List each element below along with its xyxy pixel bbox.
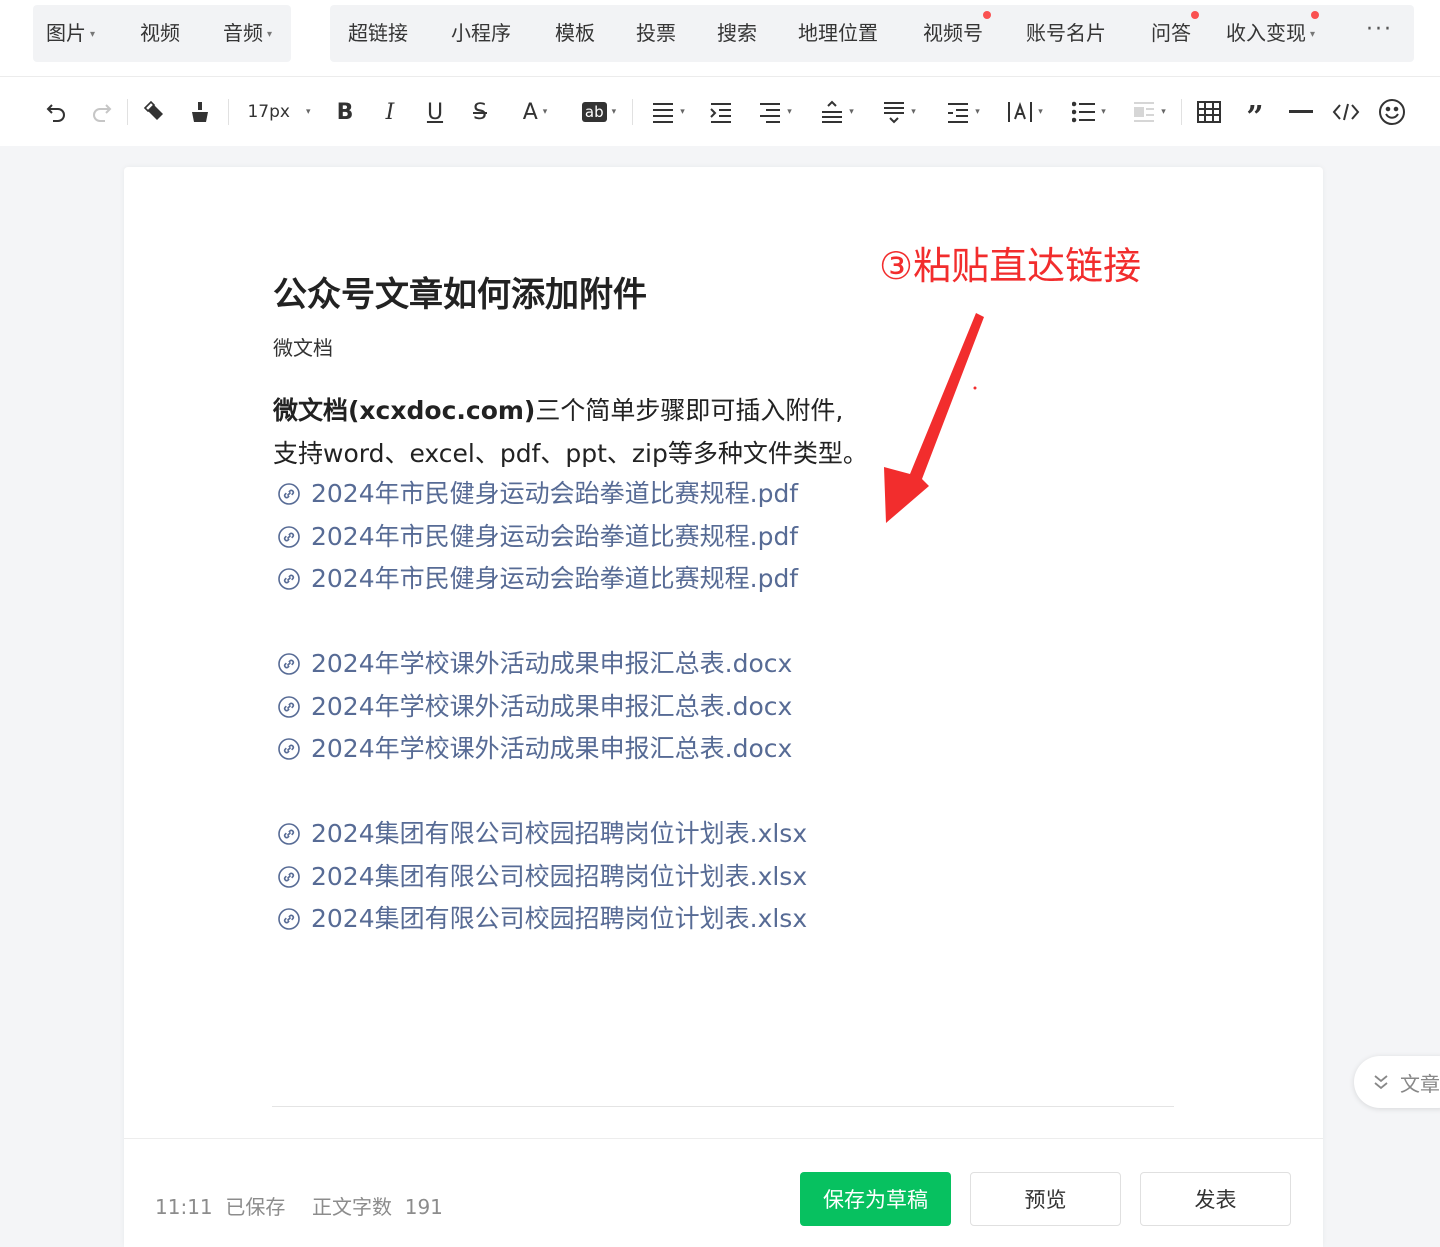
caret-down-icon: ▾ — [305, 107, 311, 117]
font-color-icon[interactable]: A ▾ — [512, 93, 558, 131]
float-icon[interactable]: ▾ — [1126, 93, 1172, 131]
code-icon[interactable] — [1330, 93, 1362, 131]
letter-spacing-icon[interactable]: ▾ — [1002, 93, 1048, 131]
undo-icon[interactable] — [40, 93, 72, 131]
paragraph-spacing-icon[interactable]: ▾ — [876, 93, 922, 131]
toolbar-separator — [228, 99, 229, 125]
divider-icon[interactable] — [1286, 93, 1316, 131]
caret-down-icon: ▾ — [975, 107, 980, 117]
menu-item-qa[interactable]: 问答 — [1151, 5, 1199, 62]
underline-icon[interactable]: U — [420, 93, 450, 131]
caret-down-icon: ▾ — [1101, 107, 1106, 117]
notification-dot — [1191, 11, 1199, 19]
double-chevron-down-icon — [1374, 1075, 1388, 1090]
attachment-link-text: 2024年学校课外活动成果申报汇总表.docx — [311, 649, 793, 678]
menu-item-account-card[interactable]: 账号名片 — [1026, 5, 1106, 62]
table-icon[interactable] — [1194, 93, 1224, 131]
link-icon — [278, 695, 300, 718]
publish-button[interactable]: 发表 — [1140, 1172, 1291, 1226]
attachment-link[interactable]: 2024年学校课外活动成果申报汇总表.docx — [278, 686, 807, 729]
notification-dot — [1311, 11, 1320, 19]
menu-item-video[interactable]: 视频 — [140, 5, 180, 62]
link-icon — [278, 738, 300, 761]
toolbar-separator — [632, 99, 633, 125]
caret-down-icon: ▾ — [611, 107, 617, 117]
attachment-link[interactable]: 2024集团有限公司校园招聘岗位计划表.xlsx — [278, 856, 807, 899]
clear-format-icon[interactable] — [184, 93, 216, 131]
article-outline-tab[interactable]: 文章 — [1354, 1056, 1440, 1108]
toolbar-separator — [127, 99, 128, 125]
link-icon — [278, 823, 300, 846]
attachment-link[interactable]: 2024年学校课外活动成果申报汇总表.docx — [278, 643, 807, 686]
menu-item-vote[interactable]: 投票 — [636, 5, 676, 62]
attachment-link-text: 2024年学校课外活动成果申报汇总表.docx — [311, 734, 793, 763]
two-end-indent-icon[interactable]: ▾ — [940, 93, 986, 131]
menu-item-search[interactable]: 搜索 — [717, 5, 757, 62]
content-divider — [272, 1106, 1174, 1107]
caret-down-icon: ▾ — [849, 107, 854, 117]
quote-icon[interactable]: ” — [1240, 93, 1270, 135]
link-icon — [278, 908, 300, 931]
word-count: 正文字数 191 — [312, 1195, 443, 1219]
emoji-icon[interactable] — [1376, 93, 1408, 131]
insert-menu-bar: 图片 ▾ 视频 音频 ▾ 超链接 小程序 模板 投票 搜索 地理位置 视频号 账号名… — [0, 0, 1440, 76]
align-icon[interactable]: ▾ — [645, 93, 691, 131]
preview-button[interactable]: 预览 — [970, 1172, 1121, 1226]
caret-down-icon: ▾ — [680, 107, 685, 117]
menu-item-channels[interactable]: 视频号 — [923, 5, 991, 62]
caret-down-icon: ▾ — [267, 29, 273, 40]
toolbar-separator — [1181, 99, 1182, 125]
caret-down-icon: ▾ — [1038, 107, 1043, 117]
editor-footer: 11:11 已保存 正文字数 191 保存为草稿 预览 发表 — [124, 1138, 1323, 1247]
caret-down-icon: ▾ — [911, 107, 916, 117]
menu-item-image[interactable]: 图片 ▾ — [46, 5, 95, 62]
caret-down-icon: ▾ — [1310, 29, 1316, 40]
link-icon — [278, 653, 300, 676]
italic-icon[interactable]: I — [375, 93, 405, 131]
insert-menu-group-more: 超链接 小程序 模板 投票 搜索 地理位置 视频号 账号名片 问答 收入变现 ▾ … — [330, 5, 1414, 62]
annotation-arrow — [884, 313, 984, 523]
menu-item-location[interactable]: 地理位置 — [798, 5, 878, 62]
redo-icon[interactable] — [86, 93, 118, 131]
attachment-link-text: 2024集团有限公司校园招聘岗位计划表.xlsx — [311, 904, 808, 933]
bold-icon[interactable]: B — [330, 93, 360, 131]
list-icon[interactable]: ▾ — [1066, 93, 1112, 131]
attachment-link-text: 2024集团有限公司校园招聘岗位计划表.xlsx — [311, 861, 808, 891]
caret-down-icon: ▾ — [1161, 107, 1166, 117]
attachment-link-text: 2024年学校课外活动成果申报汇总表.docx — [311, 691, 793, 721]
link-icon — [278, 865, 300, 888]
format-toolbar: 17px ▾ B I U S A ▾ ab ▾ ▾ ▾ ▾ ▾ ▾ ▾ ▾ ▾ ” — [0, 76, 1440, 146]
caret-down-icon: ▾ — [787, 107, 792, 117]
attachment-link[interactable]: 2024集团有限公司校园招聘岗位计划表.xlsx — [278, 813, 807, 856]
insert-menu-group-media: 图片 ▾ 视频 音频 ▾ — [33, 5, 291, 62]
editor-paper: 公众号文章如何添加附件 微文档 微文档(xcxdoc.com)三个简单步骤即可插… — [124, 167, 1323, 1247]
highlight-icon[interactable]: ab ▾ — [574, 93, 624, 131]
menu-item-hyperlink[interactable]: 超链接 — [348, 5, 408, 62]
more-icon[interactable]: ··· — [1366, 5, 1393, 62]
caret-down-icon: ▾ — [90, 29, 96, 40]
menu-item-mini-program[interactable]: 小程序 — [451, 5, 511, 62]
menu-item-template[interactable]: 模板 — [555, 5, 595, 62]
font-size-select[interactable]: 17px ▾ — [240, 93, 318, 131]
save-draft-button[interactable]: 保存为草稿 — [800, 1172, 951, 1226]
attachment-link-text: 2024集团有限公司校园招聘岗位计划表.xlsx — [311, 819, 808, 848]
save-status: 11:11 已保存 — [155, 1195, 286, 1219]
strikethrough-icon[interactable]: S — [465, 93, 495, 131]
indent-icon[interactable] — [706, 93, 736, 131]
menu-item-audio[interactable]: 音频 ▾ — [223, 5, 272, 62]
format-painter-icon[interactable] — [138, 93, 170, 131]
caret-down-icon: ▾ — [542, 107, 548, 117]
attachment-link[interactable]: 2024年学校课外活动成果申报汇总表.docx — [278, 728, 807, 771]
line-spacing-icon[interactable]: ▾ — [814, 93, 860, 131]
paragraph-indent-icon[interactable]: ▾ — [752, 93, 798, 131]
notification-dot — [983, 11, 991, 19]
attachment-link[interactable]: 2024集团有限公司校园招聘岗位计划表.xlsx — [278, 898, 807, 941]
menu-item-monetize[interactable]: 收入变现 ▾ — [1226, 5, 1320, 62]
